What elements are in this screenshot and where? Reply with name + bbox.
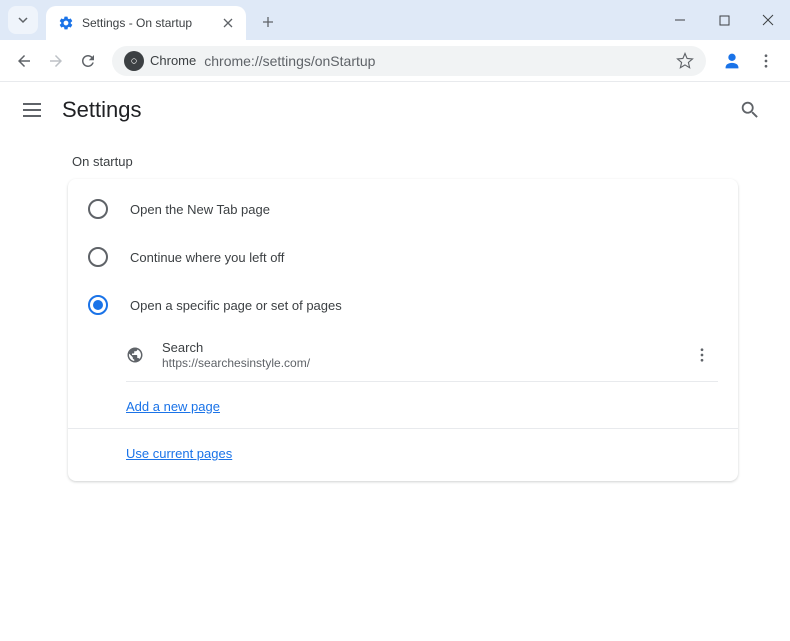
minimize-icon [674, 14, 686, 26]
window-titlebar: Settings - On startup [0, 0, 790, 40]
reload-icon [79, 52, 97, 70]
minimize-button[interactable] [658, 0, 702, 40]
chevron-down-icon [17, 14, 29, 26]
maximize-button[interactable] [702, 0, 746, 40]
page-info: Search https://searchesinstyle.com/ [162, 340, 686, 370]
menu-toggle-button[interactable] [20, 98, 44, 122]
search-icon [739, 99, 761, 121]
close-icon [223, 18, 233, 28]
option-label: Continue where you left off [130, 250, 284, 265]
radio-checked [88, 295, 108, 315]
add-page-row: Add a new page [68, 382, 738, 429]
close-icon [762, 14, 774, 26]
settings-header: Settings [0, 82, 790, 138]
omnibox-url: chrome://settings/onStartup [204, 53, 672, 69]
use-current-row: Use current pages [68, 429, 738, 475]
profile-button[interactable] [718, 47, 746, 75]
tab-search-button[interactable] [8, 6, 38, 34]
plus-icon [261, 15, 275, 29]
tab-title: Settings - On startup [82, 16, 220, 30]
close-window-button[interactable] [746, 0, 790, 40]
page-title: Settings [62, 97, 142, 123]
option-new-tab[interactable]: Open the New Tab page [68, 185, 738, 233]
option-label: Open a specific page or set of pages [130, 298, 342, 313]
use-current-link[interactable]: Use current pages [126, 446, 232, 461]
back-button[interactable] [8, 45, 40, 77]
startup-page-item: Search https://searchesinstyle.com/ [126, 329, 718, 382]
arrow-left-icon [15, 52, 33, 70]
gear-icon [58, 15, 74, 31]
forward-button[interactable] [40, 45, 72, 77]
search-settings-button[interactable] [730, 90, 770, 130]
page-url: https://searchesinstyle.com/ [162, 356, 686, 370]
globe-icon [126, 346, 144, 364]
kebab-icon [693, 346, 711, 364]
maximize-icon [719, 15, 730, 26]
section-title: On startup [72, 154, 738, 169]
kebab-icon [757, 52, 775, 70]
browser-toolbar: Chrome chrome://settings/onStartup [0, 40, 790, 82]
bookmark-button[interactable] [676, 52, 694, 70]
star-icon [676, 52, 694, 70]
chrome-icon [124, 51, 144, 71]
arrow-right-icon [47, 52, 65, 70]
page-menu-button[interactable] [686, 339, 718, 371]
page-name: Search [162, 340, 686, 355]
new-tab-button[interactable] [254, 8, 282, 36]
option-continue[interactable]: Continue where you left off [68, 233, 738, 281]
radio-unchecked [88, 199, 108, 219]
reload-button[interactable] [72, 45, 104, 77]
window-controls [658, 0, 790, 40]
option-specific-pages[interactable]: Open a specific page or set of pages [68, 281, 738, 329]
settings-content: On startup Open the New Tab page Continu… [0, 138, 790, 481]
omnibox-chip: Chrome [150, 53, 196, 68]
address-bar[interactable]: Chrome chrome://settings/onStartup [112, 46, 706, 76]
hamburger-icon [23, 103, 41, 105]
browser-menu-button[interactable] [750, 45, 782, 77]
add-page-link[interactable]: Add a new page [126, 399, 220, 414]
profile-icon [721, 50, 743, 72]
radio-unchecked [88, 247, 108, 267]
startup-options-card: Open the New Tab page Continue where you… [68, 179, 738, 481]
browser-tab[interactable]: Settings - On startup [46, 6, 246, 40]
close-tab-button[interactable] [220, 15, 236, 31]
option-label: Open the New Tab page [130, 202, 270, 217]
